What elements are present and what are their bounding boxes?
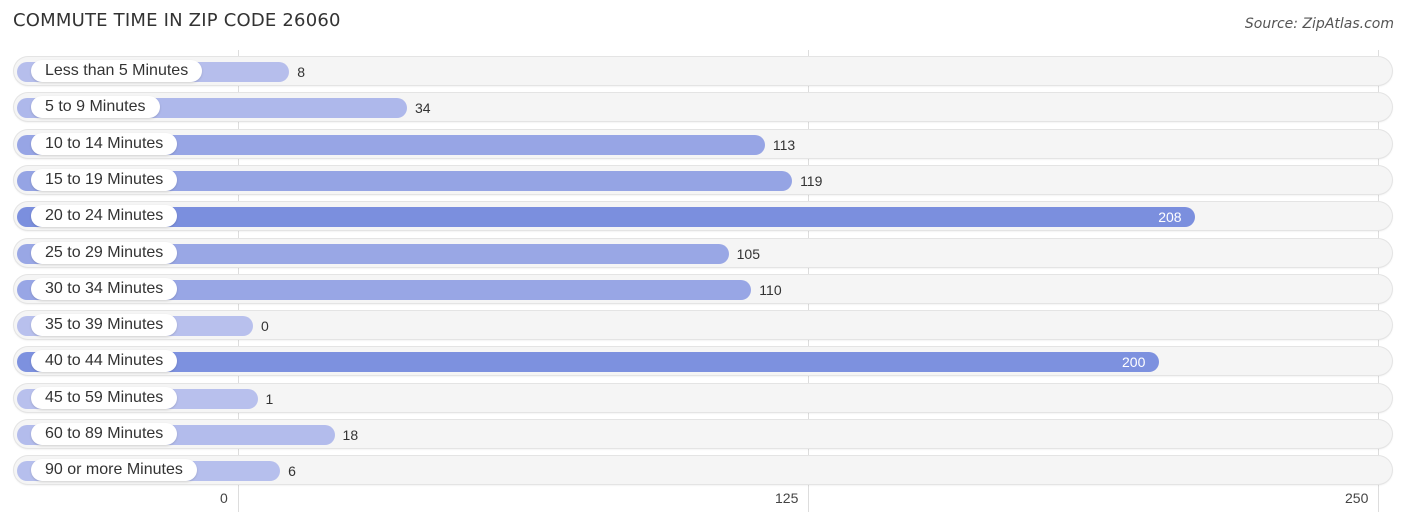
value-label: 119 — [800, 172, 823, 189]
bar-row: 15 to 19 Minutes 119 — [14, 165, 1392, 194]
value-label: 18 — [342, 427, 359, 443]
category-label: 10 to 14 Minutes — [31, 132, 178, 155]
category-label: 30 to 34 Minutes — [31, 277, 178, 300]
value-label: 34 — [415, 100, 431, 117]
category-label: 5 to 9 Minutes — [31, 96, 160, 119]
value-label: 208 — [1158, 209, 1182, 226]
category-label: 25 to 29 Minutes — [31, 241, 178, 264]
value-label: 105 — [736, 245, 760, 262]
bar-row: 60 to 89 Minutes 18 — [14, 420, 1392, 448]
category-label: Less than 5 Minutes — [31, 60, 203, 82]
value-label: 113 — [772, 136, 796, 153]
bar — [17, 207, 1196, 228]
category-label: 15 to 19 Minutes — [31, 168, 178, 191]
bar-row: 45 to 59 Minutes 1 — [14, 383, 1392, 412]
bar-row: 5 to 9 Minutes 34 — [14, 93, 1392, 122]
category-label: 20 to 24 Minutes — [31, 205, 178, 228]
value-label: 8 — [297, 64, 306, 80]
value-label: 110 — [759, 281, 782, 298]
bar-row: 25 to 29 Minutes 105 — [14, 238, 1392, 267]
category-label: 90 or more Minutes — [31, 459, 197, 482]
bar-row: 90 or more Minutes 6 — [14, 456, 1392, 485]
x-tick-label: 250 — [1345, 490, 1369, 506]
bar-row: 10 to 14 Minutes 113 — [14, 129, 1392, 158]
value-label: 0 — [261, 318, 269, 335]
value-label: 6 — [288, 463, 296, 480]
bar-row: 30 to 34 Minutes 110 — [14, 274, 1392, 303]
value-label: 200 — [1122, 354, 1146, 371]
bar-row: 40 to 44 Minutes 200 — [14, 347, 1392, 376]
chart-title: COMMUTE TIME IN ZIP CODE 26060 — [13, 10, 341, 31]
value-label: 1 — [265, 390, 274, 407]
category-label: 60 to 89 Minutes — [31, 423, 178, 445]
bar — [17, 352, 1159, 373]
bar-row: 20 to 24 Minutes 208 — [14, 202, 1392, 231]
bar-row: 35 to 39 Minutes 0 — [14, 311, 1392, 340]
category-label: 40 to 44 Minutes — [31, 350, 178, 373]
source-label: Source: ZipAtlas.com — [1244, 16, 1394, 32]
x-tick-label: 0 — [220, 490, 228, 506]
category-label: 45 to 59 Minutes — [31, 386, 178, 409]
bar-row: Less than 5 Minutes 8 — [14, 57, 1392, 85]
category-label: 35 to 39 Minutes — [31, 314, 178, 337]
x-tick-label: 125 — [775, 490, 799, 506]
